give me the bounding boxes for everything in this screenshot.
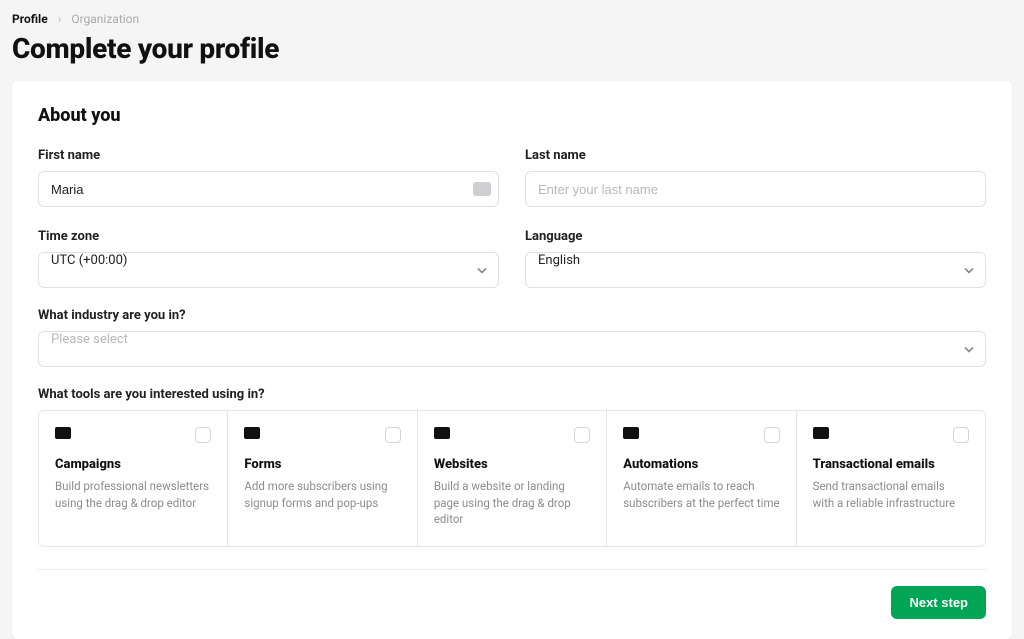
tool-title: Forms — [244, 457, 400, 472]
last-name-input[interactable] — [525, 171, 986, 207]
tool-title: Automations — [623, 457, 779, 472]
field-timezone: Time zone UTC (+00:00) — [38, 229, 499, 288]
field-first-name: First name — [38, 148, 499, 207]
next-step-button[interactable]: Next step — [891, 586, 986, 619]
language-label: Language — [525, 229, 986, 244]
campaigns-icon — [55, 427, 71, 439]
tool-title: Websites — [434, 457, 590, 472]
chevron-right-icon: › — [58, 12, 62, 26]
tool-checkbox[interactable] — [764, 427, 780, 443]
field-last-name: Last name — [525, 148, 986, 207]
timezone-label: Time zone — [38, 229, 499, 244]
transactional-icon — [813, 427, 829, 439]
tool-desc: Automate emails to reach subscribers at … — [623, 478, 779, 511]
tool-card-transactional[interactable]: Transactional emails Send transactional … — [797, 411, 985, 546]
tool-grid: Campaigns Build professional newsletters… — [38, 410, 986, 547]
tool-desc: Build professional newsletters using the… — [55, 478, 211, 511]
breadcrumb-profile[interactable]: Profile — [12, 12, 48, 26]
autofill-icon — [473, 182, 491, 196]
breadcrumb-organization[interactable]: Organization — [71, 12, 139, 26]
tool-title: Transactional emails — [813, 457, 969, 472]
tool-desc: Send transactional emails with a reliabl… — [813, 478, 969, 511]
industry-select[interactable]: Please select — [38, 331, 986, 367]
tool-checkbox[interactable] — [574, 427, 590, 443]
last-name-label: Last name — [525, 148, 986, 163]
field-industry: What industry are you in? Please select — [38, 308, 986, 367]
industry-label: What industry are you in? — [38, 308, 986, 323]
tool-desc: Build a website or landing page using th… — [434, 478, 590, 528]
field-tools: What tools are you interested using in? … — [38, 387, 986, 547]
page-title: Complete your profile — [12, 32, 279, 65]
tool-checkbox[interactable] — [385, 427, 401, 443]
divider — [38, 569, 986, 570]
language-select[interactable]: English — [525, 252, 986, 288]
tool-checkbox[interactable] — [953, 427, 969, 443]
timezone-select[interactable]: UTC (+00:00) — [38, 252, 499, 288]
tool-card-automations[interactable]: Automations Automate emails to reach sub… — [607, 411, 796, 546]
tool-title: Campaigns — [55, 457, 211, 472]
tool-checkbox[interactable] — [195, 427, 211, 443]
first-name-label: First name — [38, 148, 499, 163]
tools-label: What tools are you interested using in? — [38, 387, 986, 402]
tool-card-campaigns[interactable]: Campaigns Build professional newsletters… — [39, 411, 228, 546]
websites-icon — [434, 427, 450, 439]
automations-icon — [623, 427, 639, 439]
breadcrumb: Profile › Organization — [12, 12, 1012, 26]
tool-desc: Add more subscribers using signup forms … — [244, 478, 400, 511]
field-language: Language English — [525, 229, 986, 288]
forms-icon — [244, 427, 260, 439]
first-name-input[interactable] — [38, 171, 499, 207]
tool-card-forms[interactable]: Forms Add more subscribers using signup … — [228, 411, 417, 546]
tool-card-websites[interactable]: Websites Build a website or landing page… — [418, 411, 607, 546]
section-title-about-you: About you — [38, 105, 986, 126]
profile-form-card: About you First name Last name Time zone… — [12, 81, 1012, 639]
